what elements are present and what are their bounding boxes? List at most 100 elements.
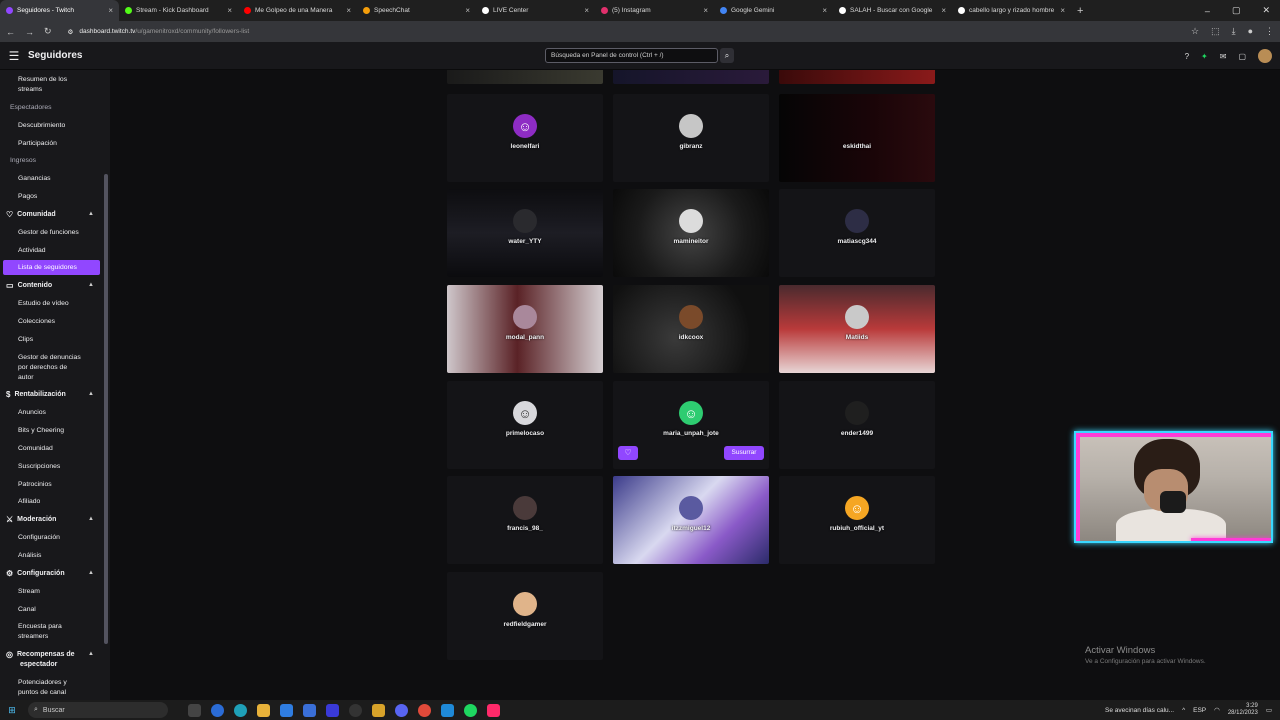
tab-close-icon[interactable]: × xyxy=(822,6,827,15)
app-icon[interactable] xyxy=(441,703,454,717)
follower-avatar[interactable] xyxy=(513,592,537,616)
browser-tab[interactable]: Stream - Kick Dashboard × xyxy=(119,0,238,21)
sidebar-item[interactable]: Comunidad xyxy=(0,443,108,453)
sidebar-item[interactable]: Gestor de funciones xyxy=(0,227,108,237)
sidebar-item[interactable]: Canal xyxy=(0,604,108,614)
sidebar-item[interactable]: Resumen de los xyxy=(0,74,108,84)
follower-card[interactable]: modal_pann xyxy=(447,285,603,373)
notification-icon[interactable]: ▭ xyxy=(1266,706,1272,714)
follower-card[interactable]: eskidthai xyxy=(779,94,935,182)
extensions-puzzle-icon[interactable]: ✦ xyxy=(1201,52,1208,61)
search-icon[interactable]: ⌕ xyxy=(720,48,734,63)
bookmark-star-icon[interactable]: ☆ xyxy=(1191,26,1199,37)
follower-card[interactable]: Matiids xyxy=(779,285,935,373)
inbox-icon[interactable]: ✉ xyxy=(1220,52,1227,61)
browser-menu-icon[interactable]: ⋮ xyxy=(1265,26,1274,37)
browser-tab[interactable]: (5) Instagram × xyxy=(595,0,714,21)
sidebar-group[interactable]: ⚔ Moderación ▲ xyxy=(0,514,108,524)
extensions-icon[interactable]: ⬚ xyxy=(1211,26,1220,37)
tab-close-icon[interactable]: × xyxy=(108,6,113,15)
follower-card-partial[interactable] xyxy=(613,70,769,84)
weather-widget[interactable]: Se avecinan días calu... xyxy=(1105,707,1174,714)
follower-username[interactable]: matiascg344 xyxy=(779,238,935,245)
obs-icon[interactable] xyxy=(349,703,362,717)
follower-username[interactable]: primelocaso xyxy=(447,430,603,437)
sidebar-item[interactable]: Afiliado xyxy=(0,496,108,506)
follower-card[interactable]: francis_98_ xyxy=(447,476,603,564)
follower-username[interactable]: modal_pann xyxy=(447,334,603,341)
dashboard-search-input[interactable]: Búsqueda en Panel de control (Ctrl + /) xyxy=(545,48,718,63)
site-info-icon[interactable]: ⚙ xyxy=(68,28,74,36)
chevron-up-icon[interactable]: ^ xyxy=(1182,707,1185,714)
follower-avatar[interactable] xyxy=(679,305,703,329)
follower-card[interactable]: ☺ maria_unpah_jote ♡ Susurrar xyxy=(613,381,769,469)
follower-card[interactable]: itzzmiguel12 xyxy=(613,476,769,564)
sidebar-item[interactable]: Pagos xyxy=(0,191,108,201)
task-view-icon[interactable] xyxy=(188,703,201,717)
sidebar-item[interactable]: Colecciones xyxy=(0,316,108,326)
sidebar-group[interactable]: ◎ Recompensas de ▲ xyxy=(0,649,108,659)
follower-card[interactable]: matiascg344 xyxy=(779,189,935,277)
follower-avatar[interactable] xyxy=(679,209,703,233)
follower-avatar[interactable] xyxy=(513,305,537,329)
browser-tab[interactable]: Me Golpeo de una Manera × xyxy=(238,0,357,21)
sidebar-item[interactable]: puntos de canal xyxy=(0,687,108,697)
follower-username[interactable]: mamineitor xyxy=(613,238,769,245)
follower-avatar[interactable] xyxy=(845,209,869,233)
sidebar-item[interactable]: Bits y Cheering xyxy=(0,425,108,435)
follower-card[interactable]: idkcoox xyxy=(613,285,769,373)
whisper-button[interactable]: Susurrar xyxy=(724,446,764,460)
sidebar-item[interactable]: Encuesta para xyxy=(0,621,108,631)
follower-username[interactable]: gibranz xyxy=(613,143,769,150)
follower-avatar[interactable] xyxy=(513,209,537,233)
follower-avatar[interactable]: ☺ xyxy=(845,496,869,520)
edge-browser-icon[interactable] xyxy=(234,703,247,717)
new-tab-button[interactable]: + xyxy=(1071,5,1089,17)
mail-icon[interactable] xyxy=(280,703,293,717)
follower-card[interactable]: ☺ rubiuh_official_yt xyxy=(779,476,935,564)
follower-avatar[interactable] xyxy=(679,114,703,138)
follower-avatar[interactable] xyxy=(513,496,537,520)
spotify-icon[interactable] xyxy=(464,703,477,717)
forward-icon[interactable]: → xyxy=(25,27,34,37)
language-indicator[interactable]: ESP xyxy=(1193,707,1206,714)
follower-username[interactable]: francis_98_ xyxy=(447,525,603,532)
follower-avatar[interactable]: ☺ xyxy=(513,114,537,138)
sidebar-item[interactable]: streams xyxy=(0,84,108,94)
follower-avatar[interactable]: ☺ xyxy=(513,401,537,425)
sidebar-item[interactable]: Configuración xyxy=(0,532,108,542)
tab-close-icon[interactable]: × xyxy=(584,6,589,15)
sidebar-item-followers-list[interactable]: Lista de seguidores xyxy=(3,260,100,275)
browser-tab[interactable]: cabello largo y rizado hombre × xyxy=(952,0,1071,21)
follower-avatar[interactable] xyxy=(845,401,869,425)
follower-card[interactable]: ender1499 xyxy=(779,381,935,469)
sidebar-item[interactable]: Análisis xyxy=(0,550,108,560)
taskbar-search[interactable]: ⌕ Buscar xyxy=(28,702,168,718)
sidebar-item[interactable]: Estudio de vídeo xyxy=(0,298,108,308)
sidebar-item[interactable]: Patrocinios xyxy=(0,479,108,489)
chevron-up-icon[interactable]: ▲ xyxy=(88,282,94,288)
file-explorer-icon[interactable] xyxy=(257,703,270,717)
folder-icon[interactable] xyxy=(372,703,385,717)
sidebar-group[interactable]: ⚙ Configuración ▲ xyxy=(0,568,108,578)
clock[interactable]: 3:29 28/12/2023 xyxy=(1228,703,1258,717)
sidebar-item[interactable]: Descubrimiento xyxy=(0,120,108,130)
follower-username[interactable]: water_YTY xyxy=(447,238,603,245)
follower-card-partial[interactable] xyxy=(447,70,603,84)
hamburger-menu-icon[interactable]: ☰ xyxy=(0,49,28,63)
follower-card-partial[interactable] xyxy=(779,70,935,84)
follower-username[interactable]: ender1499 xyxy=(779,430,935,437)
chevron-up-icon[interactable]: ▲ xyxy=(88,391,94,397)
back-icon[interactable]: ← xyxy=(6,27,15,37)
sidebar-item[interactable]: Participación xyxy=(0,138,108,148)
sidebar-group[interactable]: $ Rentabilización ▲ xyxy=(0,389,108,399)
browser-tab[interactable]: Seguidores - Twitch × xyxy=(0,0,119,21)
sidebar-group[interactable]: ▭ Contenido ▲ xyxy=(0,280,108,290)
follower-username[interactable]: leonelfari xyxy=(447,143,603,150)
follow-heart-button[interactable]: ♡ xyxy=(618,446,638,460)
follower-username[interactable]: redfieldgamer xyxy=(447,621,603,628)
follower-avatar[interactable] xyxy=(845,305,869,329)
minimize-icon[interactable]: – xyxy=(1205,6,1210,16)
discord-icon[interactable] xyxy=(395,703,408,717)
sidebar-item[interactable]: streamers xyxy=(0,631,108,641)
